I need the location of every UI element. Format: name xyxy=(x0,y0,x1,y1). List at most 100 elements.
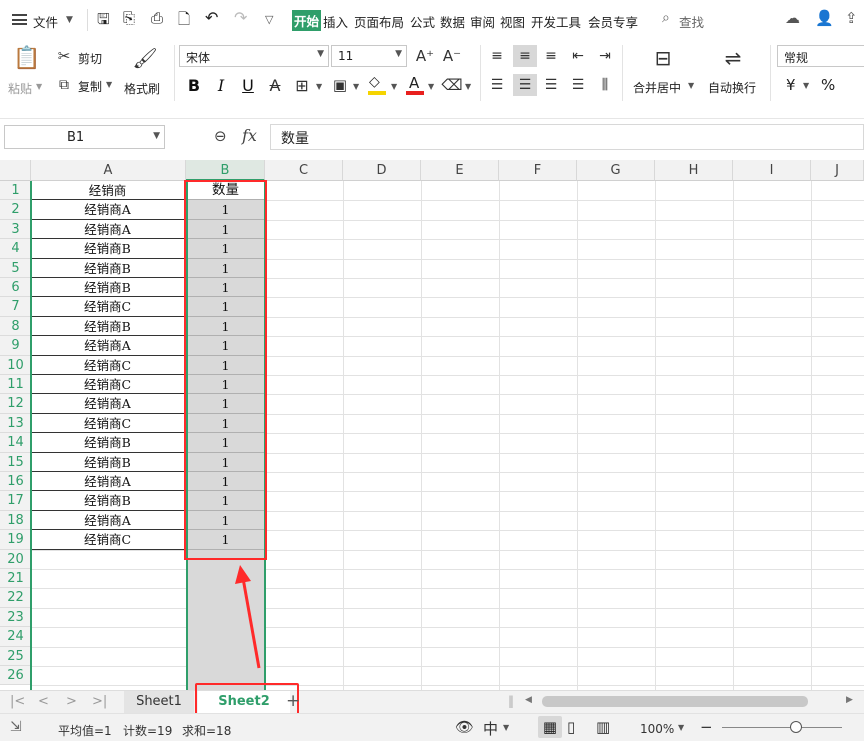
column-header-e[interactable]: E xyxy=(421,160,499,181)
align-bottom-icon[interactable]: ≡ xyxy=(540,45,562,67)
cell-dealer[interactable]: 经销商A xyxy=(31,394,185,414)
bold-button[interactable]: B xyxy=(184,74,204,96)
undo-icon[interactable]: ↶ xyxy=(205,8,218,27)
column-header-f[interactable]: F xyxy=(499,160,577,181)
row-header-3[interactable]: 3 xyxy=(0,219,31,240)
select-all-corner[interactable] xyxy=(0,160,31,181)
column-header-g[interactable]: G xyxy=(577,160,655,181)
search-button[interactable]: 查找 xyxy=(679,12,704,31)
function-button[interactable]: fx xyxy=(242,126,257,145)
cut-button[interactable]: 剪切 xyxy=(78,50,102,67)
cell-dealer[interactable]: 经销商A xyxy=(31,200,185,220)
distributed-align-icon[interactable]: ⫼ xyxy=(594,74,616,96)
name-box[interactable]: B1 ▼ xyxy=(4,125,165,149)
tab-insert[interactable]: 插入 xyxy=(323,12,348,31)
merge-center-icon[interactable]: ⊟ xyxy=(649,45,677,71)
fill-color-icon[interactable]: ◇ xyxy=(366,74,388,96)
font-name-select[interactable]: 宋体 ▼ xyxy=(179,45,329,67)
input-method-icon[interactable]: 中 xyxy=(483,718,498,739)
cell-style-icon[interactable]: ▣ xyxy=(329,74,351,96)
scroll-left-icon[interactable]: ◀ xyxy=(525,695,532,705)
row-header-22[interactable]: 22 xyxy=(0,588,31,608)
cell-dealer[interactable]: 经销商C xyxy=(31,413,185,434)
tab-view[interactable]: 视图 xyxy=(500,12,525,31)
justify-icon[interactable]: ☰ xyxy=(567,74,589,96)
chevron-down-icon[interactable]: ▼ xyxy=(353,82,359,91)
cell-dealer[interactable]: 经销商B xyxy=(31,258,185,278)
row-header-23[interactable]: 23 xyxy=(0,607,31,628)
column-header-d[interactable]: D xyxy=(343,160,421,181)
split-handle-icon[interactable]: ‖ xyxy=(508,694,514,708)
indent-increase-icon[interactable]: ⇥ xyxy=(594,45,616,67)
column-header-a[interactable]: A xyxy=(31,160,186,181)
cell-dealer[interactable]: 经销商A xyxy=(31,472,185,492)
search-icon[interactable]: ⌕ xyxy=(662,10,670,26)
row-header-7[interactable]: 7 xyxy=(0,297,31,317)
number-format-select[interactable]: 常规 xyxy=(777,45,864,67)
share-icon[interactable]: ⇪ xyxy=(845,9,858,27)
chevron-down-icon[interactable]: ▼ xyxy=(503,723,509,732)
chevron-down-icon[interactable]: ▼ xyxy=(106,80,112,89)
align-top-icon[interactable]: ≡ xyxy=(486,45,508,67)
cell-dealer[interactable]: 经销商A xyxy=(31,219,185,240)
paste-button[interactable]: 粘贴 xyxy=(8,80,32,97)
row-header-26[interactable]: 26 xyxy=(0,666,31,686)
row-header-19[interactable]: 19 xyxy=(0,530,31,550)
row-header-12[interactable]: 12 xyxy=(0,394,31,414)
indent-decrease-icon[interactable]: ⇤ xyxy=(567,45,589,67)
row-header-10[interactable]: 10 xyxy=(0,355,31,375)
chevron-down-icon[interactable]: ▼ xyxy=(36,82,42,91)
cloud-icon[interactable]: ☁ xyxy=(785,9,800,27)
prev-sheet-icon[interactable]: < xyxy=(38,694,49,709)
italic-button[interactable]: I xyxy=(211,74,231,96)
horizontal-scrollbar[interactable] xyxy=(542,696,808,707)
normal-view-icon[interactable]: ▦ xyxy=(538,716,562,738)
underline-button[interactable]: U xyxy=(238,74,258,96)
scroll-right-icon[interactable]: ▶ xyxy=(846,695,853,705)
chevron-down-icon[interactable]: ▼ xyxy=(428,82,434,91)
save-icon[interactable]: 🖫 xyxy=(97,9,110,34)
currency-button[interactable]: ¥ xyxy=(786,76,796,94)
zoom-formula-icon[interactable]: ⊖ xyxy=(214,127,227,145)
chevron-down-icon[interactable]: ▼ xyxy=(688,81,694,90)
chevron-down-icon[interactable]: ▼ xyxy=(66,15,73,25)
page-break-view-icon[interactable]: ▥ xyxy=(596,718,610,736)
zoom-out-icon[interactable]: − xyxy=(700,718,713,736)
export-icon[interactable]: ⎘ xyxy=(123,9,135,27)
cell-dealer[interactable]: 经销商B xyxy=(31,452,185,472)
chevron-down-icon[interactable]: ▼ xyxy=(391,82,397,91)
row-header-17[interactable]: 17 xyxy=(0,491,31,511)
align-middle-icon[interactable]: ≡ xyxy=(513,45,537,67)
merge-center-button[interactable]: 合并居中 xyxy=(633,79,681,96)
cell-dealer[interactable]: 经销商C xyxy=(31,530,185,550)
menu-icon[interactable] xyxy=(12,14,27,25)
copy-button[interactable]: 复制 xyxy=(78,78,102,95)
cell-dealer[interactable]: 经销商C xyxy=(31,297,185,317)
row-header-11[interactable]: 11 xyxy=(0,375,31,395)
column-header-h[interactable]: H xyxy=(655,160,733,181)
eraser-icon[interactable]: ⌫ xyxy=(441,74,463,96)
font-shrink-icon[interactable]: A⁻ xyxy=(441,46,463,66)
tab-developer[interactable]: 开发工具 xyxy=(531,12,581,31)
row-header-14[interactable]: 14 xyxy=(0,433,31,453)
strikethrough-icon[interactable]: A xyxy=(265,74,285,96)
cell-dealer[interactable]: 经销商C xyxy=(31,355,185,375)
font-color-icon[interactable]: A xyxy=(404,74,426,96)
user-add-icon[interactable]: 👤 xyxy=(815,9,834,27)
zoom-slider-handle[interactable] xyxy=(790,721,802,733)
column-header-i[interactable]: I xyxy=(733,160,811,181)
tab-formulas[interactable]: 公式 xyxy=(410,12,435,31)
macro-icon[interactable]: ⇲ xyxy=(10,719,22,735)
header-cell-dealer[interactable]: 经销商 xyxy=(31,181,185,201)
customize-icon[interactable]: ▽ xyxy=(265,13,273,26)
cell-dealer[interactable]: 经销商A xyxy=(31,336,185,356)
next-sheet-icon[interactable]: > xyxy=(66,694,77,709)
percent-button[interactable]: % xyxy=(821,76,835,94)
row-header-24[interactable]: 24 xyxy=(0,627,31,647)
print-preview-icon[interactable]: 🗋 xyxy=(178,9,190,34)
format-painter-button[interactable]: 格式刷 xyxy=(124,80,160,97)
column-header-j[interactable]: J xyxy=(811,160,864,181)
font-size-select[interactable]: 11 ▼ xyxy=(331,45,407,67)
row-header-18[interactable]: 18 xyxy=(0,510,31,531)
tab-review[interactable]: 审阅 xyxy=(470,12,495,31)
